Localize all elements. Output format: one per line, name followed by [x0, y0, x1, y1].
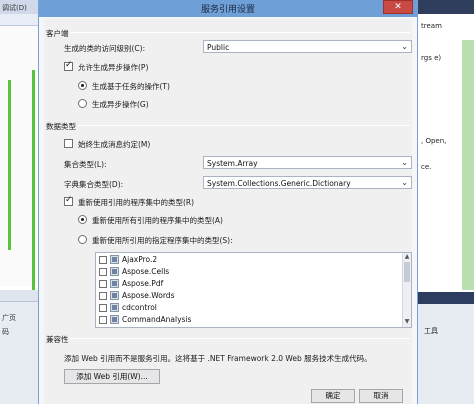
- ide-right-text: , Open,: [421, 137, 447, 145]
- assembly-checkbox[interactable]: [99, 280, 107, 288]
- access-level-value: Public: [207, 43, 230, 52]
- reuse-specified-label: 重新使用所引用的指定程序集中的类型(S):: [92, 236, 233, 245]
- dialog-client-area: 客户端 生成的类的访问级别(C): Public ⌄ 允许生成异步操作(P) 生…: [44, 19, 412, 404]
- list-item[interactable]: CommandAnalysis: [99, 315, 389, 327]
- add-web-reference-button[interactable]: 添加 Web 引用(W)...: [64, 369, 160, 384]
- list-item[interactable]: Aspose.Cells: [99, 267, 389, 279]
- task-based-radio[interactable]: [78, 81, 87, 90]
- assembly-icon: [110, 291, 119, 300]
- scroll-down-icon[interactable]: ▼: [403, 318, 411, 327]
- access-level-label: 生成的类的访问级别(C):: [64, 44, 146, 53]
- ide-right-bottom-panel: [418, 292, 474, 404]
- dictionary-type-label: 字典集合类型(D):: [64, 180, 124, 189]
- chevron-down-icon: ⌄: [401, 42, 408, 51]
- ok-button[interactable]: 确定: [311, 389, 355, 403]
- assembly-name: Aspose.Words: [122, 291, 175, 300]
- section-divider: [78, 125, 410, 126]
- async-ops-label: 生成异步操作(G): [92, 100, 149, 109]
- list-item[interactable]: cdcontrol: [99, 303, 389, 315]
- ide-right-text: ce.: [421, 163, 432, 171]
- ide-left-panel-header: [0, 290, 38, 302]
- task-based-label: 生成基于任务的操作(T): [92, 82, 170, 91]
- assembly-name: Aspose.Pdf: [122, 279, 164, 288]
- collection-type-label: 集合类型(L):: [64, 160, 107, 169]
- ide-right-text: tream: [421, 22, 442, 30]
- change-marker: [32, 70, 35, 290]
- ide-right-panel-header: [418, 292, 474, 304]
- dialog-title: 服务引用设置: [200, 5, 255, 15]
- cancel-button[interactable]: 取消: [359, 389, 403, 403]
- ide-right-panel-label: 工具: [424, 327, 438, 335]
- close-icon: ✕: [394, 2, 402, 12]
- assembly-icon: [110, 255, 119, 264]
- always-generate-checkbox[interactable]: [64, 139, 73, 148]
- assembly-icon: [110, 303, 119, 312]
- chevron-down-icon: ⌄: [401, 158, 408, 167]
- always-generate-label: 始终生成消息约定(M): [78, 140, 151, 149]
- change-marker: [8, 80, 11, 250]
- reuse-all-radio[interactable]: [78, 215, 87, 224]
- referenced-assemblies-list[interactable]: AjaxPro.2 Aspose.Cells Aspose.Pdf Aspose…: [95, 252, 412, 328]
- allow-async-checkbox[interactable]: [64, 60, 73, 71]
- access-level-select[interactable]: Public ⌄: [203, 40, 412, 53]
- data-type-section-title: 数据类型: [46, 122, 76, 131]
- assembly-icon: [110, 279, 119, 288]
- async-ops-radio[interactable]: [78, 99, 87, 108]
- close-button[interactable]: ✕: [383, 0, 413, 14]
- assembly-name: Aspose.Cells: [122, 267, 170, 276]
- dictionary-type-value: System.Collections.Generic.Dictionary: [207, 179, 351, 188]
- collection-type-select[interactable]: System.Array ⌄: [203, 156, 412, 169]
- dictionary-type-select[interactable]: System.Collections.Generic.Dictionary ⌄: [203, 176, 412, 189]
- client-section-title: 客户端: [46, 29, 69, 38]
- list-scrollbar[interactable]: ▲ ▼: [402, 253, 411, 327]
- assembly-checkbox[interactable]: [99, 316, 107, 324]
- dialog-titlebar[interactable]: 服务引用设置 ✕: [39, 0, 417, 17]
- list-item[interactable]: Aspose.Pdf: [99, 279, 389, 291]
- ide-left-panel-label: 广页: [2, 314, 16, 322]
- assembly-name: CommandAnalysis: [122, 315, 192, 324]
- assembly-checkbox[interactable]: [99, 268, 107, 276]
- assembly-icon: [110, 267, 119, 276]
- scroll-up-icon[interactable]: ▲: [403, 253, 411, 262]
- assembly-checkbox[interactable]: [99, 256, 107, 264]
- section-divider: [70, 32, 410, 33]
- reuse-specified-radio[interactable]: [78, 235, 87, 244]
- collection-type-value: System.Array: [207, 159, 258, 168]
- ide-left-menu: 调试(D): [0, 0, 38, 14]
- chevron-down-icon: ⌄: [401, 178, 408, 187]
- scrollbar-thumb[interactable]: [404, 262, 410, 282]
- ide-right-text: rgs e): [421, 54, 442, 62]
- ide-right-titlebar: [418, 0, 474, 14]
- list-item[interactable]: AjaxPro.2: [99, 255, 389, 267]
- ide-left-panel-label: 码: [2, 328, 9, 336]
- assembly-name: cdcontrol: [122, 303, 157, 312]
- ide-left-bottom-panel: [0, 290, 38, 404]
- assembly-icon: [110, 315, 119, 324]
- compat-section-title: 兼容性: [46, 335, 69, 344]
- section-divider: [70, 338, 410, 339]
- reuse-types-checkbox[interactable]: [64, 195, 73, 206]
- assembly-checkbox[interactable]: [99, 304, 107, 312]
- ide-right-scroll-strip: [462, 40, 474, 290]
- list-item[interactable]: Aspose.Words: [99, 291, 389, 303]
- assembly-checkbox[interactable]: [99, 292, 107, 300]
- compat-description: 添加 Web 引用而不是服务引用。这将基于 .NET Framework 2.0…: [64, 354, 372, 363]
- allow-async-label: 允许生成异步操作(P): [78, 63, 149, 72]
- service-reference-settings-dialog: 服务引用设置 ✕ 客户端 生成的类的访问级别(C): Public ⌄ 允许生成…: [38, 0, 418, 404]
- assembly-name: AjaxPro.2: [122, 255, 158, 264]
- reuse-all-label: 重新使用所有引用的程序集中的类型(A): [92, 216, 223, 225]
- ide-left-tabstrip: [0, 14, 38, 26]
- reuse-types-label: 重新使用引用的程序集中的类型(R): [78, 198, 195, 207]
